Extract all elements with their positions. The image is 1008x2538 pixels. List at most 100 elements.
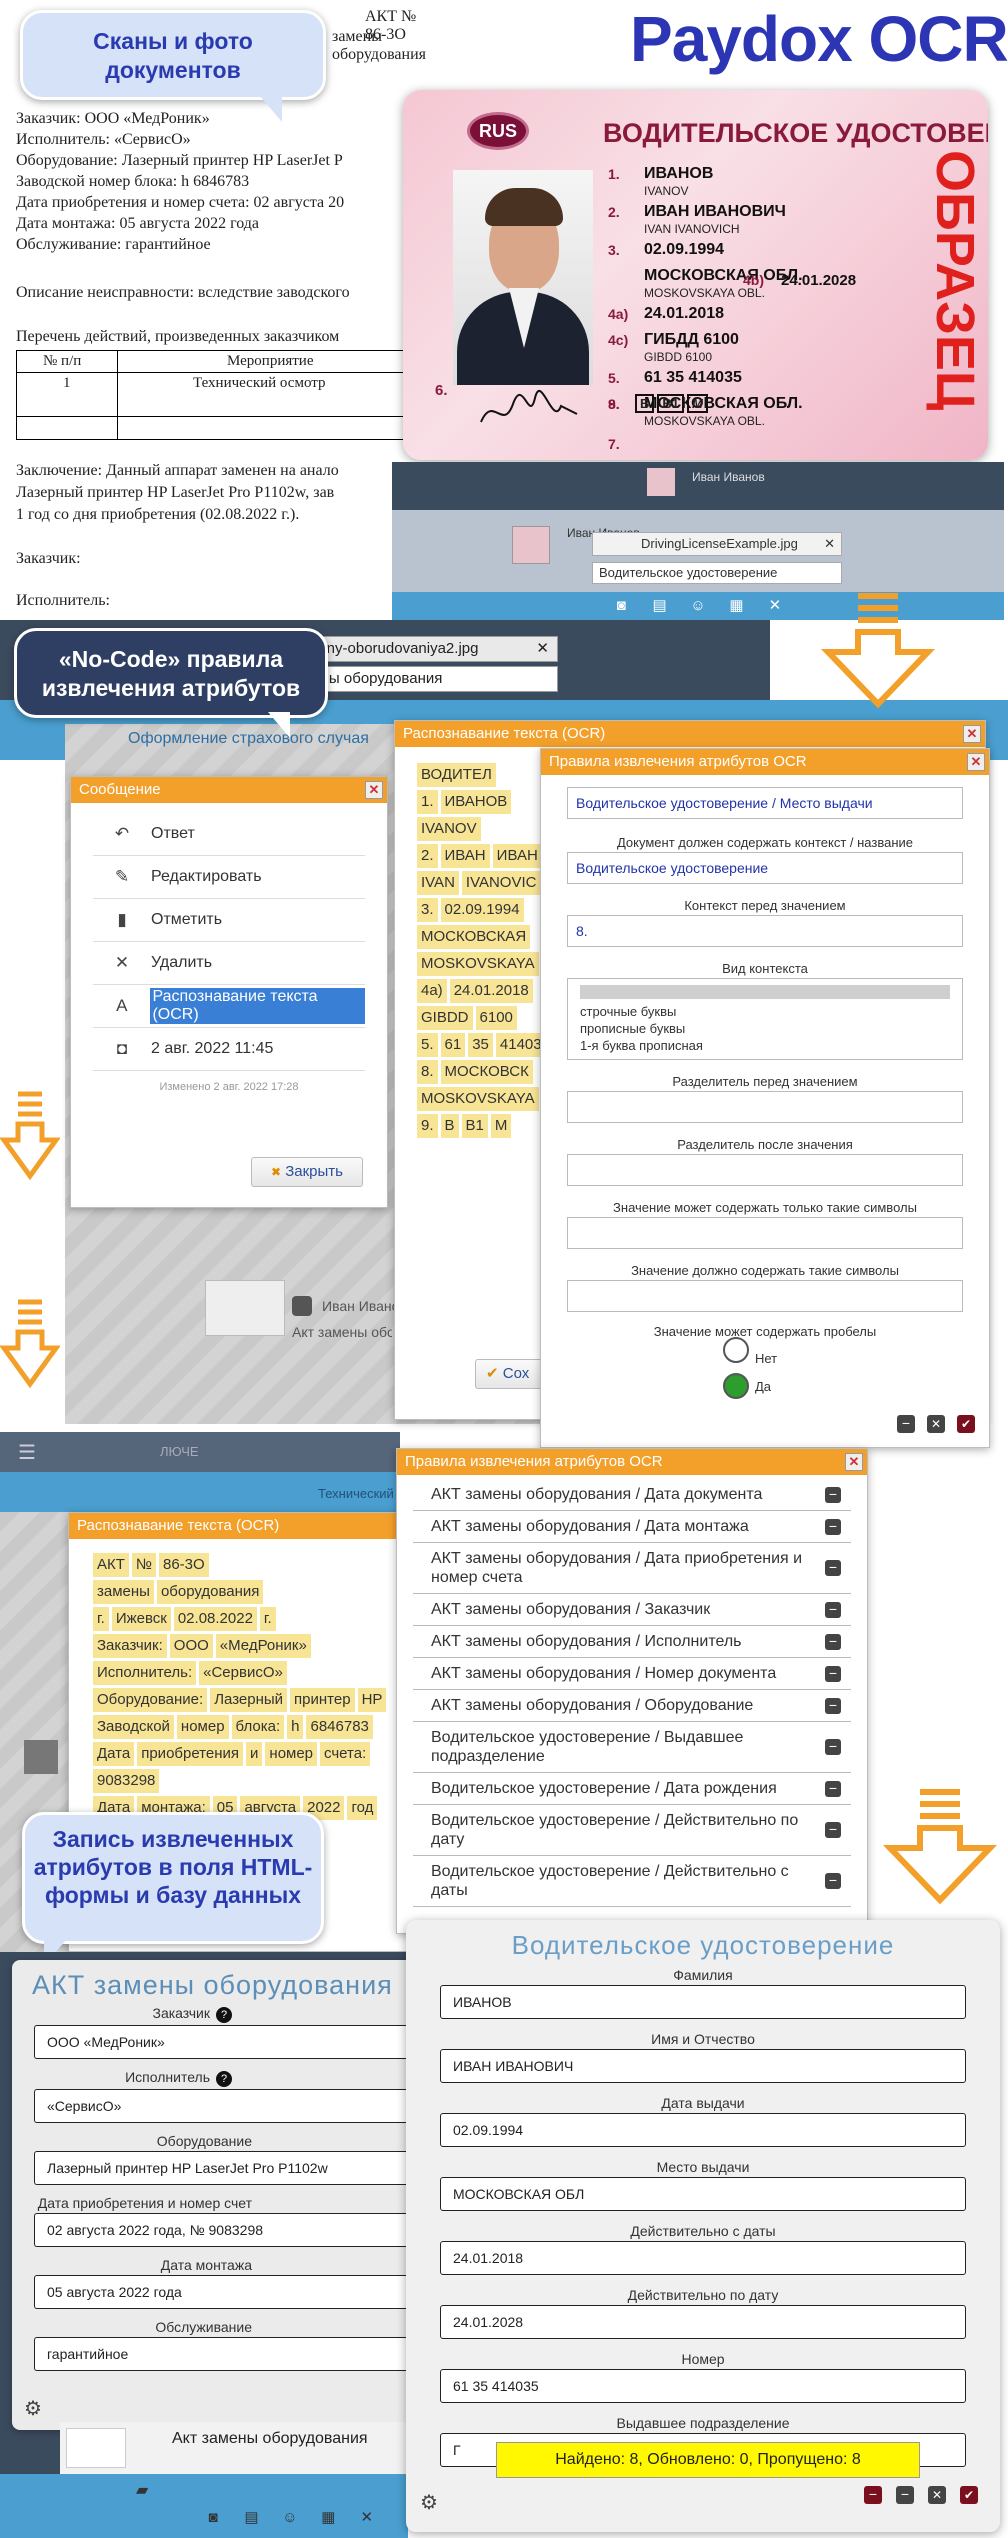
help-icon[interactable]: ? (216, 2007, 232, 2023)
act-form-field-input[interactable]: 05 августа 2022 года (34, 2275, 422, 2309)
ocr-token[interactable]: Ижевск (111, 1607, 171, 1631)
ocr-token[interactable]: 24.01.2018 (449, 979, 533, 1003)
rule-item[interactable]: АКТ замены оборудования / Исполнитель − (413, 1626, 851, 1658)
ocr-token[interactable]: г. (259, 1607, 276, 1631)
rule-cancel-icon[interactable]: ✕ (927, 1415, 945, 1433)
ocr-token[interactable]: 2. (417, 844, 438, 868)
ocr-token[interactable]: г. (93, 1607, 109, 1631)
rule-spaces-yes[interactable]: Да (723, 1373, 989, 1399)
ocr-token[interactable]: блока: (231, 1715, 285, 1739)
form-ok-icon[interactable]: ✔ (960, 2486, 978, 2504)
act-form-field-input[interactable]: гарантийное (34, 2337, 422, 2371)
camera-icon[interactable]: ◙ (610, 596, 632, 616)
ocr-token[interactable]: 61 (440, 1033, 466, 1057)
form-cancel-icon[interactable]: ✕ (928, 2486, 946, 2504)
ocr-token[interactable]: B (440, 1114, 459, 1138)
bottom-doc-name[interactable]: Акт замены оборудования (172, 2430, 368, 2448)
act-form-field-input[interactable]: Лазерный принтер HP LaserJet Pro P1102w (34, 2151, 422, 2185)
ocr-token[interactable]: 02.08.2022 (173, 1607, 257, 1631)
ocr-token[interactable]: принтер (290, 1688, 355, 1712)
rule-item-minus-icon[interactable]: − (825, 1697, 841, 1714)
message-close-button[interactable]: ✖ Закрыть (251, 1157, 363, 1187)
form-delete-icon[interactable]: − (864, 2486, 882, 2504)
close-icon[interactable]: ✕ (764, 596, 786, 616)
ocr-token[interactable]: IVANOVIC (461, 871, 541, 895)
ocr-token[interactable]: приобретения (137, 1742, 244, 1766)
ocr-token[interactable]: ИВАН (440, 844, 490, 868)
license-form-field-input[interactable]: 61 35 414035 (440, 2369, 966, 2403)
rule-item[interactable]: АКТ замены оборудования / Оборудование − (413, 1690, 851, 1722)
ocr-token[interactable]: номер (176, 1715, 229, 1739)
ocr-token[interactable]: 5. (417, 1033, 438, 1057)
help-icon[interactable]: ? (216, 2071, 232, 2087)
rule-item-minus-icon[interactable]: − (825, 1633, 841, 1650)
rule-item[interactable]: АКТ замены оборудования / Дата приобрете… (413, 1543, 851, 1594)
message-item-reply[interactable]: ↶ Ответ (93, 813, 365, 856)
rule-kind-option[interactable]: 1-я буква прописная (580, 1037, 950, 1054)
rule-item-minus-icon[interactable]: − (825, 1560, 841, 1576)
license-form-field-input[interactable]: ИВАН ИВАНОВИЧ (440, 2049, 966, 2083)
ocr-token[interactable]: Заводской (93, 1715, 174, 1739)
rules-panel-2-close-icon[interactable]: ✕ (845, 1453, 863, 1471)
ocr-token[interactable]: «МедРоник» (215, 1634, 311, 1658)
ocr-token[interactable]: B1 (461, 1114, 488, 1138)
ocr-token[interactable]: 35 (468, 1033, 493, 1057)
ocr-token[interactable]: 4a) (417, 979, 447, 1003)
license-form-field-input[interactable]: 24.01.2018 (440, 2241, 966, 2275)
table-icon[interactable]: ▦ (725, 596, 747, 616)
rule-item[interactable]: АКТ замены оборудования / Дата документа… (413, 1479, 851, 1511)
bottom-table-icon[interactable]: ▦ (317, 2508, 339, 2528)
strip-file-chip[interactable]: DrivingLicenseExample.jpg ✕ (592, 532, 842, 556)
ocr-token[interactable]: 8. (417, 1060, 438, 1084)
message-close-icon[interactable]: ✕ (365, 781, 383, 799)
rule-item[interactable]: Водительское удостоверение / Действитель… (413, 1805, 851, 1856)
ocr-token[interactable]: M (490, 1114, 512, 1138)
ocr-token[interactable]: ИВАНОВ (440, 790, 512, 814)
rule-item-minus-icon[interactable]: − (825, 1822, 841, 1838)
ocr-token[interactable]: МОСКОВСК (440, 1060, 533, 1084)
strip-file-close-icon[interactable]: ✕ (824, 533, 835, 555)
rule-sep-after-field[interactable] (567, 1154, 963, 1186)
bottom-emoji-icon[interactable]: ☺ (279, 2508, 301, 2528)
ocr-token[interactable]: IVANOV (417, 817, 481, 841)
rule-item[interactable]: Водительское удостоверение / Выдавшее по… (413, 1722, 851, 1773)
rule-must-chars-field[interactable] (567, 1280, 963, 1312)
ocr-token[interactable]: IVAN (417, 871, 459, 895)
message-item-delete[interactable]: ✕ Удалить (93, 942, 365, 985)
ocr-token[interactable]: 9083298 (93, 1769, 160, 1793)
rule-kind-option[interactable]: строчные буквы (580, 1003, 950, 1020)
rule-context-field[interactable]: Водительское удостоверение (567, 852, 963, 884)
ocr-token[interactable]: АКТ (93, 1553, 129, 1577)
ocr-token[interactable]: оборудования (156, 1580, 264, 1604)
ocr-token[interactable]: ООО (169, 1634, 213, 1658)
ocr-token[interactable]: MOSKOVSKAYA (417, 952, 539, 976)
ocr-token[interactable]: замены (93, 1580, 154, 1604)
message-item-ocr[interactable]: A Распознавание текста (OCR) (93, 985, 365, 1028)
emoji-icon[interactable]: ☺ (687, 596, 709, 616)
act-form-field-input[interactable]: ООО «МедРоник» (34, 2025, 422, 2059)
license-form-field-input[interactable]: ИВАНОВ (440, 1985, 966, 2019)
ocr-token[interactable]: 41403 (495, 1033, 546, 1057)
rule-item[interactable]: АКТ замены оборудования / Номер документ… (413, 1658, 851, 1690)
message-item-edit[interactable]: ✎ Редактировать (93, 856, 365, 899)
act-form-settings-icon[interactable]: ⚙ (24, 2396, 42, 2421)
ocr-token[interactable]: GIBDD (417, 1006, 473, 1030)
hamburger-icon[interactable]: ☰ (18, 1440, 36, 1465)
ocr-token[interactable]: 6846783 (306, 1715, 373, 1739)
document-icon[interactable]: ▤ (649, 596, 671, 616)
act-form-field-input[interactable]: «СервисО» (34, 2089, 422, 2123)
ocr-token[interactable]: 9. (417, 1114, 438, 1138)
radio-yes-icon[interactable] (723, 1373, 749, 1399)
rule-kind-option[interactable]: прописные буквы (580, 1020, 950, 1037)
ocr-token[interactable]: год (347, 1796, 378, 1820)
rule-attribute-field[interactable]: Водительское удостоверение / Место выдач… (567, 787, 963, 819)
license-form-field-input[interactable]: МОСКОВСКАЯ ОБЛ (440, 2177, 966, 2211)
radio-no-icon[interactable] (723, 1337, 749, 1363)
rule-item-minus-icon[interactable]: − (825, 1739, 841, 1755)
rule-kind-list[interactable]: строчные буквы прописные буквы 1-я буква п… (567, 978, 963, 1060)
ocr-token[interactable]: номер (265, 1742, 318, 1766)
rule-item-minus-icon[interactable]: − (825, 1518, 841, 1535)
ocr-token[interactable]: 02.09.1994 (440, 898, 524, 922)
ocr-token[interactable]: Дата (93, 1742, 135, 1766)
message-item-bookmark[interactable]: ▮ Отметить (93, 899, 365, 942)
